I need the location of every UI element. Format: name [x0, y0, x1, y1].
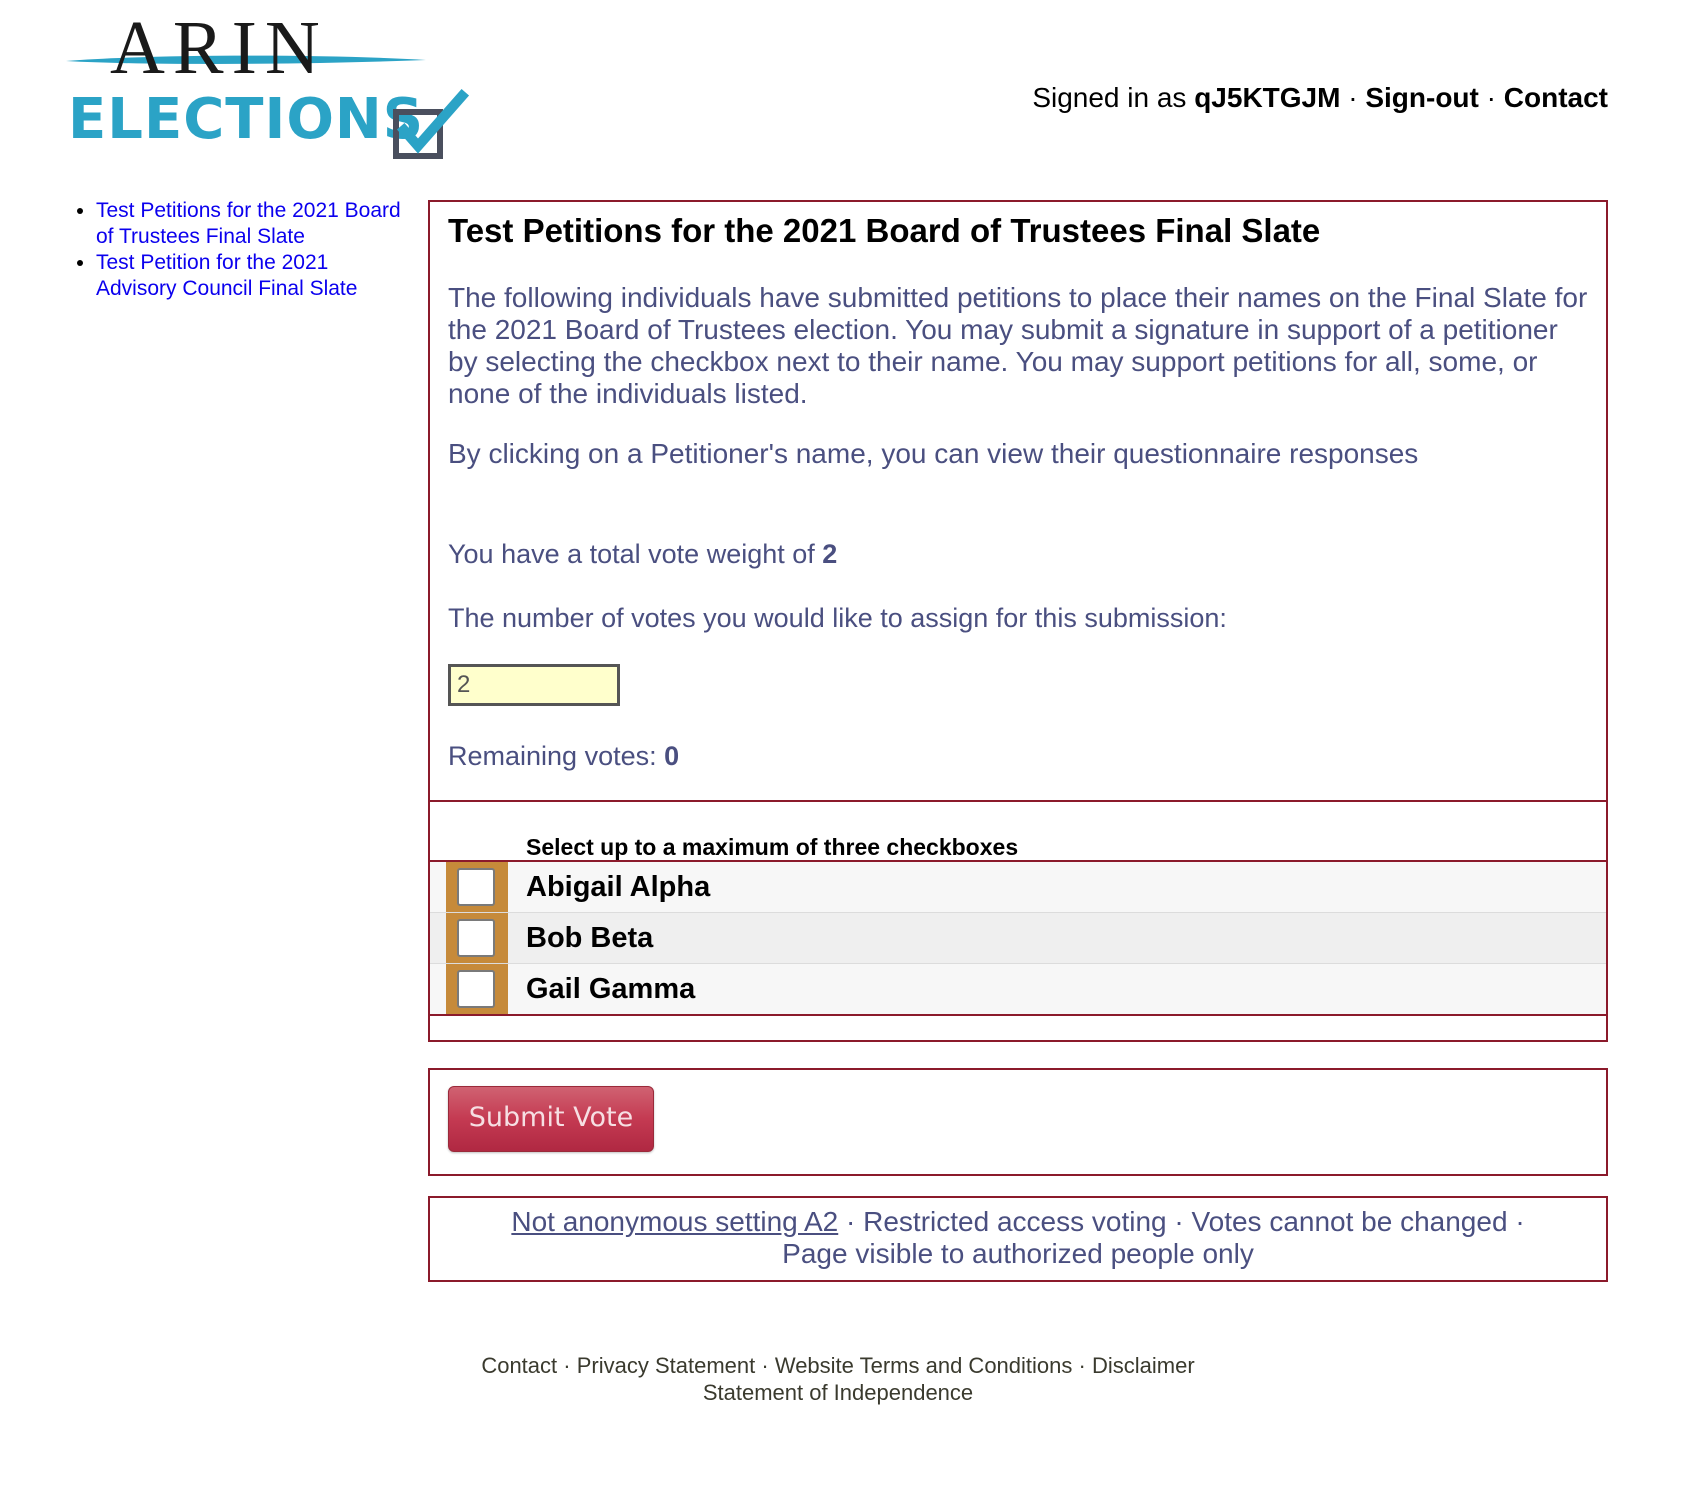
- assign-votes-label: The number of votes you would like to as…: [448, 603, 1227, 633]
- separator: ·: [1486, 82, 1496, 113]
- contact-link[interactable]: Contact: [1504, 82, 1608, 113]
- anonymity-setting-link[interactable]: Not anonymous setting A2: [511, 1206, 838, 1237]
- remaining-votes-label: Remaining votes:: [448, 741, 657, 771]
- sign-out-link[interactable]: Sign-out: [1365, 82, 1479, 113]
- submit-vote-button[interactable]: Submit Vote: [448, 1086, 654, 1152]
- petition-description: The following individuals have submitted…: [448, 282, 1588, 409]
- signin-bar: Signed in as qJ5KTGJM · Sign-out · Conta…: [1032, 82, 1608, 114]
- select-heading: Select up to a maximum of three checkbox…: [526, 834, 1019, 860]
- separator: ·: [761, 1353, 769, 1378]
- candidate-name-link[interactable]: Abigail Alpha: [526, 862, 710, 912]
- vote-weight-value: 2: [822, 539, 838, 569]
- footer: Contact · Privacy Statement · Website Te…: [428, 1352, 1248, 1406]
- sidebar-list: Test Petitions for the 2021 Board of Tru…: [66, 198, 406, 302]
- vote-weight-label: You have a total vote weight of: [448, 539, 815, 569]
- questionnaire-note: By clicking on a Petitioner's name, you …: [448, 438, 1419, 469]
- sidebar-item: Test Petition for the 2021 Advisory Coun…: [96, 250, 406, 302]
- candidate-checkbox-gail-gamma[interactable]: [457, 970, 495, 1008]
- candidate-checkbox-bob-beta[interactable]: [457, 919, 495, 957]
- candidate-row: Abigail Alpha: [430, 862, 1606, 913]
- petition-panel: Test Petitions for the 2021 Board of Tru…: [428, 200, 1608, 1042]
- separator: ·: [1515, 1206, 1525, 1237]
- footer-independence-link[interactable]: Statement of Independence: [703, 1380, 973, 1405]
- sidebar-item: Test Petitions for the 2021 Board of Tru…: [96, 198, 406, 250]
- logo-elections-text: ELECTIONS: [68, 87, 425, 152]
- footer-privacy-link[interactable]: Privacy Statement: [577, 1353, 756, 1378]
- ballot-check-icon: [393, 88, 470, 159]
- candidate-table: Abigail Alpha Bob Beta Gail Gamma: [430, 860, 1606, 1016]
- candidate-name-link[interactable]: Bob Beta: [526, 913, 653, 963]
- separator: ·: [846, 1206, 856, 1237]
- candidate-row: Gail Gamma: [430, 964, 1606, 1014]
- candidate-row: Bob Beta: [430, 913, 1606, 964]
- username: qJ5KTGJM: [1194, 82, 1341, 113]
- separator: ·: [1348, 82, 1358, 113]
- signed-in-label: Signed in as: [1032, 82, 1187, 113]
- vote-weight-text: You have a total vote weight of 2: [448, 538, 1588, 570]
- candidate-checkbox-abigail-alpha[interactable]: [457, 868, 495, 906]
- footer-links-row: Contact · Privacy Statement · Website Te…: [428, 1352, 1248, 1379]
- remaining-votes-value: 0: [664, 741, 680, 771]
- page-title: Test Petitions for the 2021 Board of Tru…: [448, 212, 1321, 249]
- votes-input[interactable]: [448, 664, 620, 706]
- sidebar-link-board-of-trustees[interactable]: Test Petitions for the 2021 Board of Tru…: [96, 199, 401, 248]
- election-settings: Not anonymous setting A2 · Restricted ac…: [428, 1196, 1608, 1282]
- arin-elections-logo: ARIN ELECTIONS: [66, 10, 470, 159]
- footer-terms-link[interactable]: Website Terms and Conditions: [775, 1353, 1073, 1378]
- candidate-name-link[interactable]: Gail Gamma: [526, 964, 695, 1014]
- logo-arin-text: ARIN: [110, 6, 328, 90]
- visibility-text: Page visible to authorized people only: [782, 1238, 1254, 1269]
- restricted-access-text: Restricted access voting: [863, 1206, 1167, 1237]
- submit-panel: Submit Vote: [428, 1068, 1608, 1176]
- footer-disclaimer-link[interactable]: Disclaimer: [1092, 1353, 1195, 1378]
- checkbox-cell: [446, 862, 508, 912]
- footer-contact-link[interactable]: Contact: [481, 1353, 557, 1378]
- checkbox-cell: [446, 913, 508, 963]
- separator: ·: [1174, 1206, 1184, 1237]
- sidebar-link-advisory-council[interactable]: Test Petition for the 2021 Advisory Coun…: [96, 251, 357, 300]
- separator: ·: [1078, 1353, 1086, 1378]
- section-divider: [430, 800, 1606, 802]
- separator: ·: [563, 1353, 571, 1378]
- remaining-votes-text: Remaining votes: 0: [448, 740, 1588, 772]
- votes-unchangeable-text: Votes cannot be changed: [1191, 1206, 1508, 1237]
- checkbox-cell: [446, 964, 508, 1014]
- footer-second-row: Statement of Independence: [428, 1379, 1248, 1406]
- sidebar: Test Petitions for the 2021 Board of Tru…: [66, 198, 406, 302]
